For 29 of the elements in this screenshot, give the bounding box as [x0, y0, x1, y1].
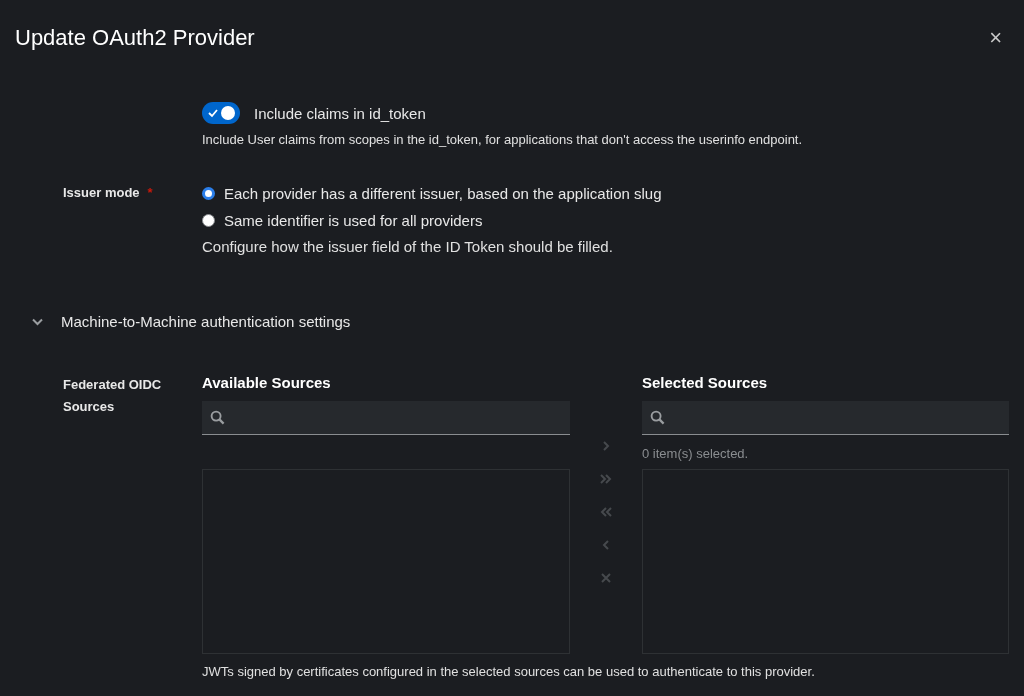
chevron-left-icon [600, 539, 612, 551]
search-icon [210, 410, 225, 425]
search-icon [650, 410, 665, 425]
checkmark-icon [208, 108, 218, 118]
radio-option[interactable]: Each provider has a different issuer, based on the application slug [202, 182, 1024, 204]
section-toggle[interactable]: Machine-to-Machine authentication settings [0, 313, 1024, 330]
double-chevron-left-icon [600, 506, 612, 518]
search-field[interactable] [202, 401, 570, 435]
required-mark: * [147, 185, 153, 200]
radio-option[interactable]: Same identifier is used for all providers [202, 209, 1024, 231]
dialog-title: Update OAuth2 Provider [15, 24, 255, 51]
radio-button[interactable] [202, 213, 215, 227]
field-label: Federated OIDC [63, 376, 163, 394]
selection-status: 0 item(s) selected. [642, 446, 749, 461]
help-text: Include User claims from scopes in the id_token, for applications that don't access the userinfo endpoint. [202, 132, 804, 147]
toggle-label: Include claims in id_token [254, 104, 426, 122]
help-text: Configure how the issuer field of the ID Token should be filled. [202, 238, 614, 255]
pane-title: Available Sources [202, 374, 332, 393]
radio-button[interactable] [202, 186, 215, 200]
help-text: JWTs signed by certificates configured in the selected sources can be used to authenticate to this provider. [202, 664, 816, 679]
pane-title: Selected Sources [642, 374, 769, 393]
close-button[interactable]: × [985, 24, 1006, 51]
close-icon [600, 572, 612, 584]
field-label: Issuer mode * [62, 184, 154, 202]
toggle-switch[interactable] [202, 102, 240, 124]
search-field[interactable] [642, 401, 1009, 435]
double-chevron-right-icon [600, 473, 612, 485]
field-label: Sources [63, 398, 116, 416]
chevron-right-icon [600, 440, 612, 452]
